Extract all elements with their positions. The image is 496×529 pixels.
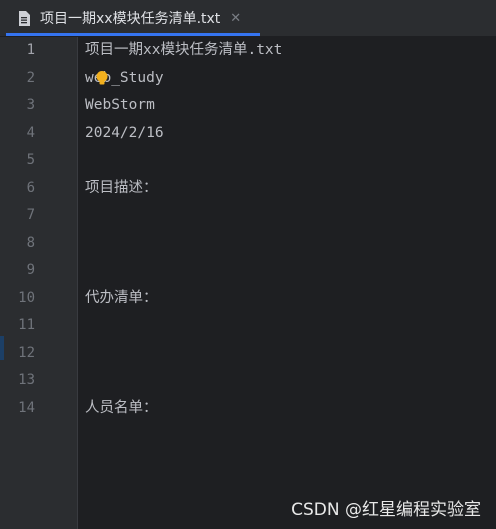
code-line[interactable]: 项目一期xx模块任务清单.txt xyxy=(85,37,282,64)
close-icon[interactable]: ✕ xyxy=(230,12,241,25)
line-number-gutter: 1 2 3 4 5 6 7 8 9 10 11 12 13 14 xyxy=(5,37,78,529)
code-line[interactable]: 2024/2/16 xyxy=(85,120,164,147)
line-number: 3 xyxy=(26,97,35,113)
line-number: 10 xyxy=(18,289,35,306)
code-line[interactable]: 项目描述： xyxy=(85,175,158,202)
watermark: CSDN @红星编程实验室 xyxy=(291,500,481,520)
code-line[interactable]: 人员名单： xyxy=(85,395,158,422)
line-number: 2 xyxy=(26,69,35,86)
lightbulb-icon[interactable] xyxy=(96,71,108,85)
line-number: 8 xyxy=(26,234,35,251)
code-line[interactable]: WebStorm xyxy=(85,92,155,119)
line-number: 1 xyxy=(26,42,35,58)
line-number: 9 xyxy=(26,262,35,278)
line-number: 5 xyxy=(26,152,35,168)
text-file-icon xyxy=(19,10,30,26)
code-line[interactable]: 代办清单： xyxy=(85,285,158,312)
tool-window-edge-marker xyxy=(0,336,4,360)
line-number: 7 xyxy=(26,207,35,223)
text-editor[interactable]: 项目一期xx模块任务清单.txt web_Study WebStorm 2024… xyxy=(78,37,496,529)
line-number: 6 xyxy=(26,179,35,196)
file-tab[interactable]: 项目一期xx模块任务清单.txt ✕ xyxy=(6,3,260,36)
tab-title: 项目一期xx模块任务清单.txt xyxy=(40,11,221,27)
line-number: 14 xyxy=(18,399,35,416)
line-number: 13 xyxy=(18,372,35,388)
line-number: 12 xyxy=(18,344,35,361)
editor-tab-bar: 项目一期xx模块任务清单.txt ✕ xyxy=(0,0,496,37)
line-number: 4 xyxy=(26,124,35,141)
line-number: 11 xyxy=(18,317,35,333)
